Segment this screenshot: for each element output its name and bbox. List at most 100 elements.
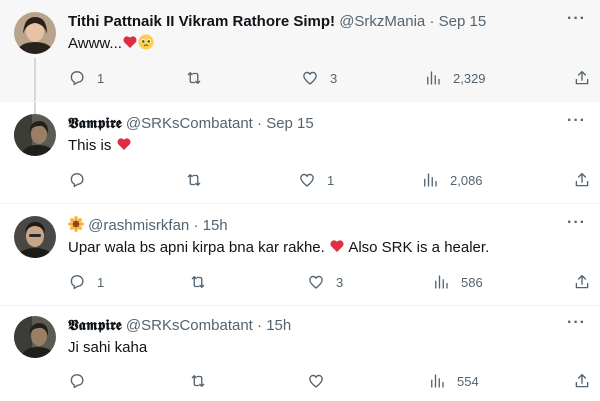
red-heart-emoji-icon xyxy=(116,138,131,150)
tweet-text-content: This is xyxy=(68,137,112,154)
share-icon xyxy=(575,373,589,388)
tweet-text: This is xyxy=(68,136,132,156)
tweet-text-content: Ji sahi kaha xyxy=(68,339,148,356)
share-icon xyxy=(575,172,589,187)
reply-icon xyxy=(70,173,84,188)
thread-line xyxy=(34,102,36,114)
red-heart-emoji-icon xyxy=(123,36,137,48)
tweet-actions: 1 3 2,329 xyxy=(68,68,600,88)
more-icon[interactable]: ··· xyxy=(567,215,586,231)
retweet-icon xyxy=(187,72,201,84)
like-button[interactable]: 1 xyxy=(298,170,334,190)
view-count: 554 xyxy=(457,373,479,389)
tweet-text-continuation: Also SRK is a healer. xyxy=(348,239,490,256)
more-icon[interactable]: ··· xyxy=(567,11,586,27)
views-icon xyxy=(427,71,440,85)
avatar[interactable] xyxy=(14,316,56,358)
views-button[interactable]: 2,086 xyxy=(421,170,483,190)
reply-icon xyxy=(70,275,84,290)
tweet-header: @rashmisrkfan · 15h xyxy=(68,216,560,236)
like-icon xyxy=(309,374,323,388)
separator: · xyxy=(257,317,263,334)
like-icon xyxy=(309,275,323,289)
tweet-3[interactable]: @rashmisrkfan · 15h ··· Upar wala bs apn… xyxy=(0,203,600,305)
timestamp[interactable]: Sep 15 xyxy=(266,115,314,132)
view-count: 2,329 xyxy=(453,70,486,86)
separator: · xyxy=(429,13,435,30)
reply-button[interactable]: 1 xyxy=(68,68,104,88)
reply-icon xyxy=(70,374,84,389)
tweet-actions: 1 3 586 xyxy=(68,272,600,292)
user-handle[interactable]: @rashmisrkfan xyxy=(88,217,189,234)
tweet-header: Tithi Pattnaik II Vikram Rathore Simp! @… xyxy=(68,12,560,32)
like-icon xyxy=(303,71,317,85)
sunflower-emoji-icon xyxy=(68,216,84,232)
tweet-header: 𝖁𝖆𝖒𝖕𝖎𝖗𝖊 @SRKsCombatant · 15h xyxy=(68,316,560,336)
views-icon xyxy=(431,374,444,388)
tweet-actions: 1 2,086 xyxy=(68,170,600,190)
reply-icon xyxy=(70,71,84,86)
avatar[interactable] xyxy=(14,216,56,258)
retweet-icon xyxy=(191,276,205,288)
reply-button[interactable]: 1 xyxy=(68,272,104,292)
separator: · xyxy=(193,217,199,234)
like-button[interactable] xyxy=(307,371,336,391)
views-button[interactable]: 2,329 xyxy=(424,68,486,88)
tweet-2[interactable]: 𝖁𝖆𝖒𝖕𝖎𝖗𝖊 @SRKsCombatant · Sep 15 ··· This… xyxy=(0,101,600,203)
like-count: 3 xyxy=(330,70,338,86)
display-name[interactable]: 𝖁𝖆𝖒𝖕𝖎𝖗𝖊 xyxy=(68,317,122,334)
more-icon[interactable]: ··· xyxy=(567,113,586,129)
display-name[interactable]: Tithi Pattnaik II Vikram Rathore Simp! xyxy=(68,13,335,30)
like-count: 1 xyxy=(327,172,335,188)
red-heart-emoji-icon xyxy=(330,240,344,252)
retweet-icon xyxy=(187,174,201,186)
user-handle[interactable]: @SrkzMania xyxy=(339,13,425,30)
like-icon xyxy=(300,173,314,187)
share-button[interactable] xyxy=(573,170,591,190)
tweet-text: Upar wala bs apni kirpa bna kar rakhe. A… xyxy=(68,238,489,258)
tweet-text-content: Upar wala bs apni kirpa bna kar rakhe. xyxy=(68,239,325,256)
views-button[interactable]: 586 xyxy=(432,272,483,292)
tweet-text: Ji sahi kaha xyxy=(68,338,147,358)
retweet-button[interactable] xyxy=(189,272,218,292)
reply-button[interactable] xyxy=(68,371,97,391)
share-button[interactable] xyxy=(573,272,591,292)
tweet-4[interactable]: 𝖁𝖆𝖒𝖕𝖎𝖗𝖊 @SRKsCombatant · 15h ··· Ji sahi… xyxy=(0,305,600,401)
more-icon[interactable]: ··· xyxy=(567,315,586,331)
retweet-button[interactable] xyxy=(189,371,218,391)
view-count: 2,086 xyxy=(450,172,483,188)
like-count: 3 xyxy=(336,274,344,290)
avatar[interactable] xyxy=(14,114,56,156)
share-icon xyxy=(575,70,589,85)
tweet-actions: 554 xyxy=(68,371,600,391)
share-icon xyxy=(575,274,589,289)
reply-button[interactable] xyxy=(68,170,97,190)
thread-line xyxy=(34,58,36,101)
timestamp[interactable]: Sep 15 xyxy=(439,13,487,30)
views-icon xyxy=(435,275,448,289)
retweet-button[interactable] xyxy=(185,170,214,190)
views-button[interactable]: 554 xyxy=(428,371,479,391)
tweet-header: 𝖁𝖆𝖒𝖕𝖎𝖗𝖊 @SRKsCombatant · Sep 15 xyxy=(68,114,560,134)
display-name[interactable]: 𝖁𝖆𝖒𝖕𝖎𝖗𝖊 xyxy=(68,115,122,132)
share-button[interactable] xyxy=(573,68,591,88)
retweet-icon xyxy=(191,375,205,387)
separator: · xyxy=(257,115,263,132)
share-button[interactable] xyxy=(573,371,591,391)
tweet-1[interactable]: Tithi Pattnaik II Vikram Rathore Simp! @… xyxy=(0,0,600,101)
reply-thread: Tithi Pattnaik II Vikram Rathore Simp! @… xyxy=(0,0,600,400)
user-handle[interactable]: @SRKsCombatant xyxy=(126,115,253,132)
like-button[interactable]: 3 xyxy=(307,272,343,292)
pleading-face-emoji-icon xyxy=(138,34,154,50)
views-icon xyxy=(424,173,437,187)
view-count: 586 xyxy=(461,274,483,290)
avatar[interactable] xyxy=(14,12,56,54)
reply-count: 1 xyxy=(97,70,105,86)
timestamp[interactable]: 15h xyxy=(203,217,228,234)
like-button[interactable]: 3 xyxy=(301,68,337,88)
retweet-button[interactable] xyxy=(185,68,214,88)
reply-count: 1 xyxy=(97,274,105,290)
timestamp[interactable]: 15h xyxy=(266,317,291,334)
tweet-text: Awww... xyxy=(68,34,154,54)
user-handle[interactable]: @SRKsCombatant xyxy=(126,317,253,334)
